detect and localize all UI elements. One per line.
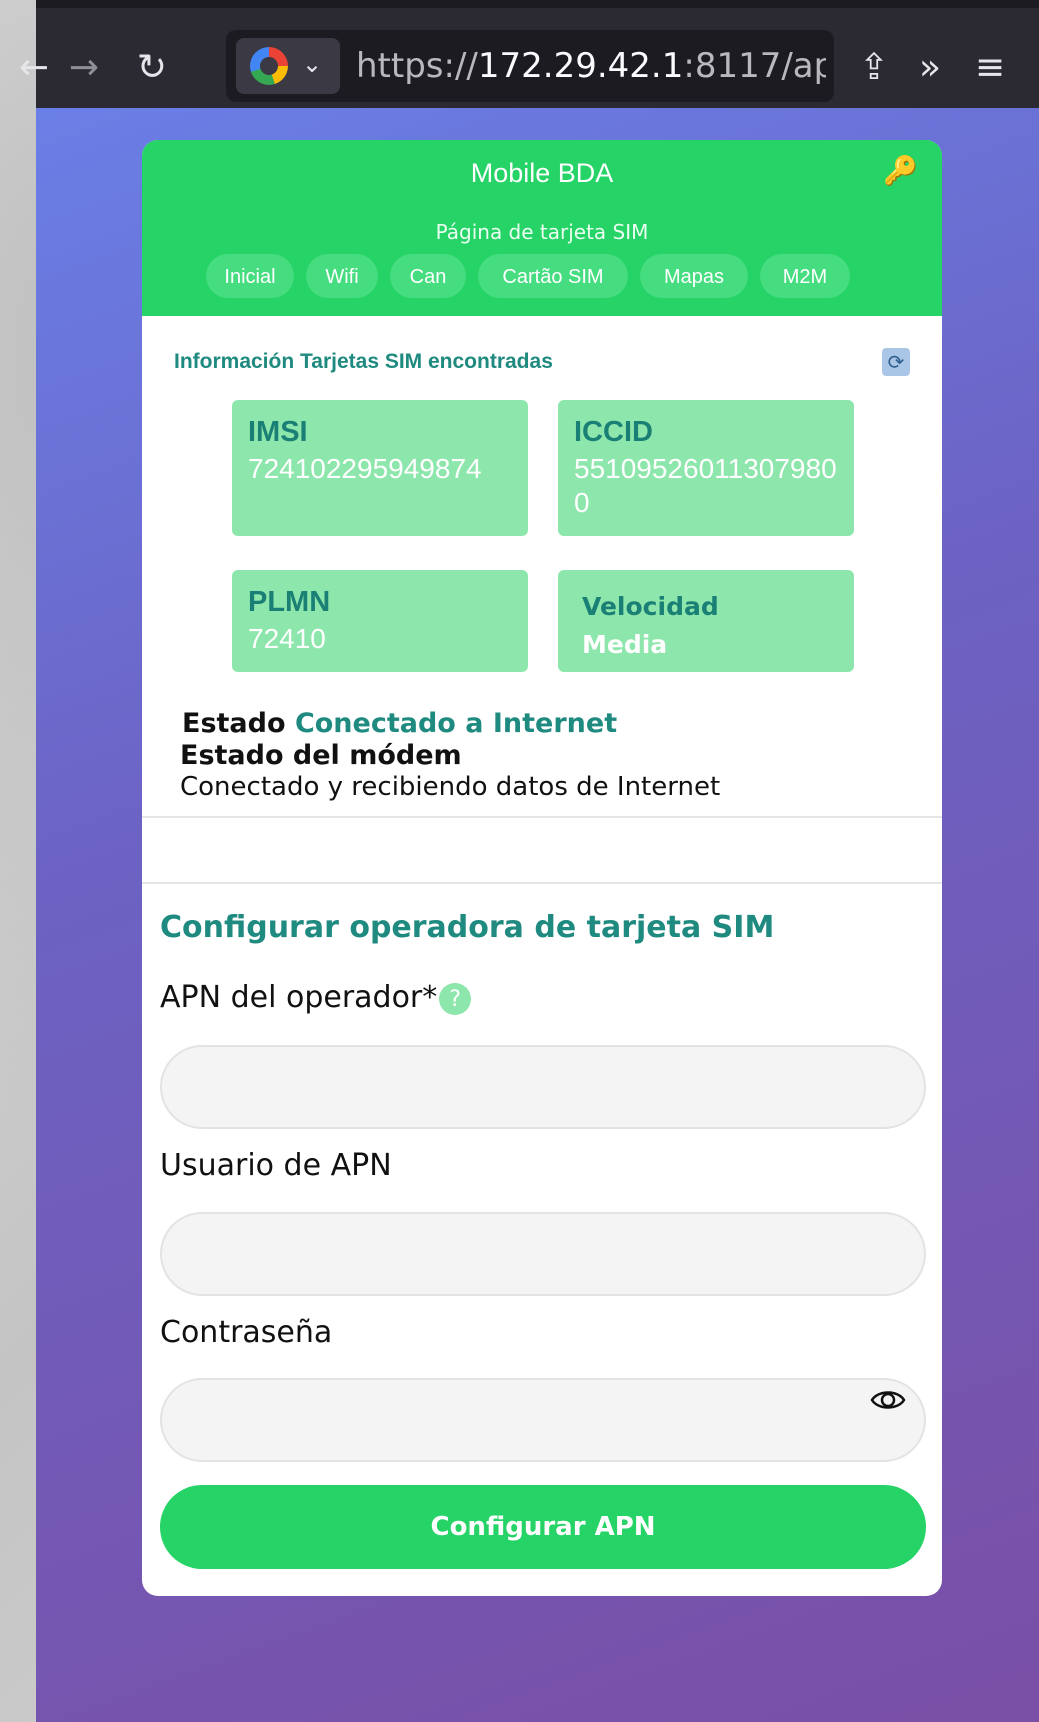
help-icon[interactable]: ?: [439, 982, 472, 1015]
card-header: Mobile BDA 🔑 Página de tarjeta SIM Inici…: [142, 140, 942, 316]
url-host: 172.29.42.1: [477, 46, 684, 86]
app-title: Mobile BDA: [470, 158, 614, 188]
key-icon[interactable]: 🔑: [883, 154, 918, 187]
page-subtitle: Página de tarjeta SIM: [435, 220, 649, 244]
search-engine-selector[interactable]: ⌄: [236, 38, 340, 94]
apn-user-input[interactable]: [160, 1212, 926, 1296]
apn-label: APN del operador*: [160, 980, 438, 1015]
forward-arrow-icon[interactable]: →: [56, 40, 112, 96]
nav-inicial[interactable]: Inicial: [206, 254, 294, 298]
divider: [142, 882, 942, 884]
connection-status: Estado Conectado a Internet: [182, 708, 617, 739]
tile-label: ICCID: [574, 416, 653, 448]
google-icon: [250, 47, 288, 85]
tile-value: 724102295949874: [248, 453, 482, 484]
status-label: Estado: [182, 708, 286, 739]
chevron-down-icon: ⌄: [302, 50, 323, 78]
configure-apn-button[interactable]: Configurar APN: [160, 1485, 926, 1569]
main-card: Mobile BDA 🔑 Página de tarjeta SIM Inici…: [142, 140, 942, 1596]
apn-user-label: Usuario de APN: [160, 1148, 392, 1183]
url-rest: :8117/ap: [683, 46, 826, 86]
password-input[interactable]: [160, 1378, 926, 1462]
status-value: Conectado a Internet: [294, 708, 618, 739]
reload-icon[interactable]: ↻: [124, 40, 180, 96]
tile-label: IMSI: [248, 416, 308, 448]
eye-icon[interactable]: [870, 1382, 906, 1418]
browser-window: ← → ↻ ⌄ https://172.29.42.1:8117/ap ⇪ » …: [19, 0, 1039, 1722]
tile-plmn: PLMN 72410: [232, 570, 528, 672]
tile-imsi: IMSI 724102295949874: [232, 400, 528, 536]
menu-icon[interactable]: ≡: [962, 40, 1018, 96]
tile-velocidad: Velocidad Media: [558, 570, 854, 672]
tile-value: 551095260113079800: [574, 453, 837, 518]
url-text[interactable]: https://172.29.42.1:8117/ap: [356, 46, 826, 86]
nav-mapas[interactable]: Mapas: [640, 254, 748, 298]
config-title: Configurar operadora de tarjeta SIM: [160, 910, 775, 945]
modem-status-label: Estado del módem: [180, 740, 462, 771]
tile-value: 72410: [248, 623, 326, 654]
tile-iccid: ICCID 551095260113079800: [558, 400, 854, 536]
divider: [142, 816, 942, 818]
share-icon[interactable]: ⇪: [846, 40, 902, 96]
tile-value: Media: [582, 630, 668, 659]
modem-status-value: Conectado y recibiendo datos de Internet: [180, 772, 721, 802]
apn-input[interactable]: [160, 1045, 926, 1129]
password-label: Contraseña: [160, 1315, 333, 1350]
address-bar[interactable]: ⌄ https://172.29.42.1:8117/ap: [226, 30, 834, 102]
nav-can[interactable]: Can: [390, 254, 466, 298]
apn-label-row: APN del operador*?: [160, 980, 472, 1015]
refresh-icon[interactable]: ⟳: [882, 348, 910, 376]
page-viewport: Mobile BDA 🔑 Página de tarjeta SIM Inici…: [36, 108, 1039, 1722]
browser-toolbar: ← → ↻ ⌄ https://172.29.42.1:8117/ap ⇪ » …: [19, 8, 1039, 108]
overflow-chevrons-icon[interactable]: »: [902, 40, 958, 96]
tile-label: Velocidad: [582, 592, 719, 621]
nav-wifi[interactable]: Wifi: [306, 254, 378, 298]
nav-m2m[interactable]: M2M: [760, 254, 850, 298]
url-scheme: https://: [356, 46, 478, 86]
tile-label: PLMN: [248, 586, 331, 618]
nav-cartao-sim[interactable]: Cartão SIM: [478, 254, 628, 298]
tab-strip-edge: [36, 0, 1039, 8]
sim-info-title: Información Tarjetas SIM encontradas: [174, 350, 553, 373]
back-arrow-icon[interactable]: ←: [6, 40, 62, 96]
